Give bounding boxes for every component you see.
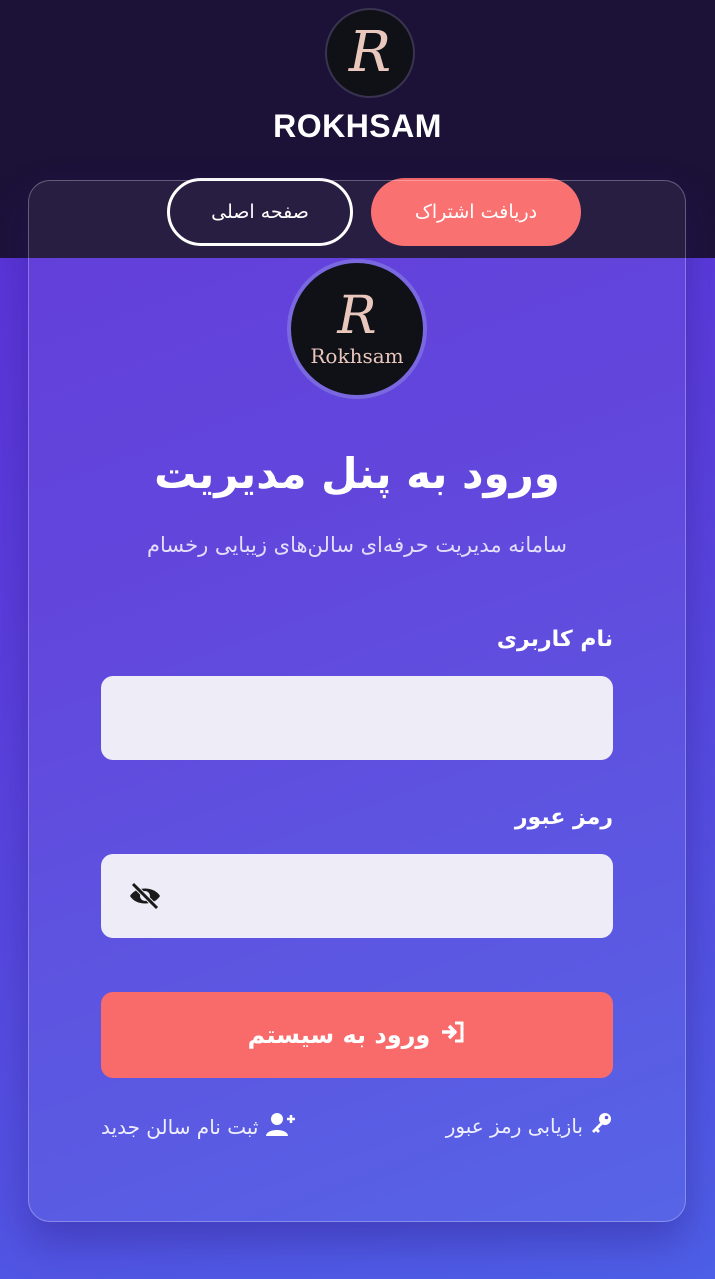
register-link[interactable]: ثبت نام سالن جدید [101, 1111, 296, 1142]
forgot-password-link[interactable]: بازیابی رمز عبور [446, 1111, 613, 1140]
logo-letter: R [348, 20, 392, 85]
password-input[interactable] [101, 854, 613, 938]
login-button-label: ورود به سیستم [247, 1021, 431, 1049]
brand-logo[interactable]: R [325, 8, 415, 98]
sign-in-icon [440, 1020, 466, 1050]
login-card: R Rokhsam ورود به پنل مدیریت سامانه مدیر… [28, 180, 686, 1222]
password-label: رمز عبور [514, 805, 613, 830]
card-logo-text: Rokhsam [310, 344, 404, 368]
user-plus-icon [264, 1111, 296, 1142]
register-label: ثبت نام سالن جدید [101, 1114, 259, 1139]
page-subtitle: سامانه مدیریت حرفه‌ای سالن‌های زیبایی رخ… [146, 533, 568, 557]
username-label: نام کاربری [496, 627, 613, 652]
key-icon [589, 1111, 613, 1140]
brand-name: ROKHSAM [273, 108, 442, 144]
card-logo: R Rokhsam [287, 259, 427, 399]
username-input[interactable] [101, 676, 613, 760]
forgot-password-label: بازیابی رمز عبور [445, 1113, 583, 1138]
eye-slash-icon[interactable] [125, 876, 165, 916]
card-logo-letter: R [337, 286, 377, 346]
login-button[interactable]: ورود به سیستم [101, 992, 613, 1078]
page-title: ورود به پنل مدیریت [154, 449, 560, 498]
